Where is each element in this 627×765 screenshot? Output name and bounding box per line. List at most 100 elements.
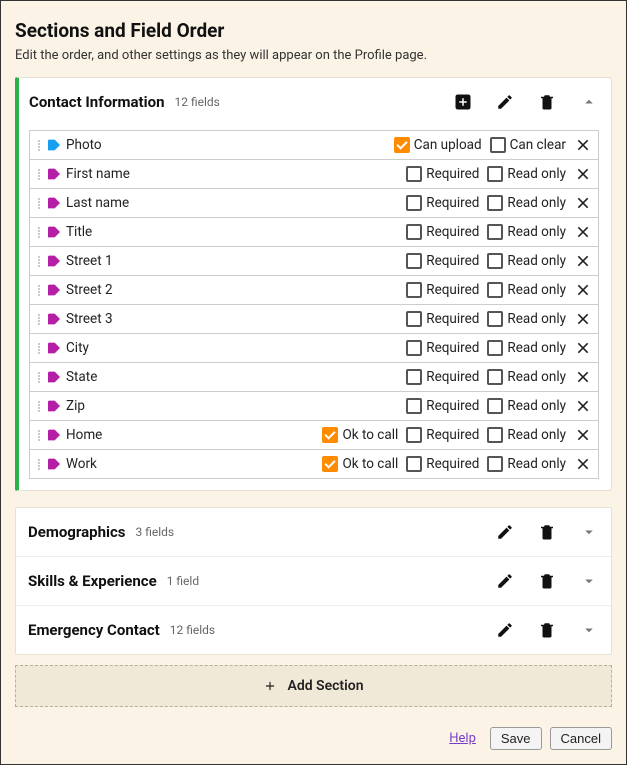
section-row-collapsed[interactable]: Skills & Experience1 field bbox=[16, 557, 611, 606]
help-link[interactable]: Help bbox=[449, 731, 476, 746]
checkbox-readonly[interactable] bbox=[487, 253, 503, 269]
checkbox-readonly[interactable] bbox=[487, 340, 503, 356]
checkbox-readonly[interactable] bbox=[487, 282, 503, 298]
section-card: Contact Information12 fieldsPhotoCan upl… bbox=[15, 77, 612, 491]
close-icon bbox=[575, 137, 591, 153]
remove-field-button[interactable] bbox=[574, 194, 592, 212]
field-row[interactable]: Street 1RequiredRead only bbox=[29, 246, 599, 276]
section-expand-button[interactable] bbox=[579, 620, 599, 640]
save-button[interactable]: Save bbox=[490, 727, 542, 750]
opt-label: Read only bbox=[507, 166, 566, 182]
section-delete-button[interactable] bbox=[537, 620, 557, 640]
section-edit-button[interactable] bbox=[495, 92, 515, 112]
field-label: First name bbox=[66, 166, 130, 182]
remove-field-button[interactable] bbox=[574, 397, 592, 415]
drag-handle[interactable] bbox=[34, 198, 44, 209]
section-collapse-button[interactable] bbox=[579, 92, 599, 112]
checkbox-canclear[interactable] bbox=[490, 137, 506, 153]
field-tag-icon bbox=[46, 311, 62, 327]
field-row[interactable]: TitleRequiredRead only bbox=[29, 217, 599, 247]
drag-handle[interactable] bbox=[34, 285, 44, 296]
section-edit-button[interactable] bbox=[495, 571, 515, 591]
remove-field-button[interactable] bbox=[574, 165, 592, 183]
field-tag-icon bbox=[46, 456, 62, 472]
drag-handle[interactable] bbox=[34, 227, 44, 238]
remove-field-button[interactable] bbox=[574, 252, 592, 270]
drag-handle[interactable] bbox=[34, 343, 44, 354]
checkbox-required[interactable] bbox=[406, 224, 422, 240]
drag-handle[interactable] bbox=[34, 169, 44, 180]
checkbox-required[interactable] bbox=[406, 398, 422, 414]
section-delete-button[interactable] bbox=[537, 571, 557, 591]
section-add-button[interactable] bbox=[453, 92, 473, 112]
field-row[interactable]: Street 3RequiredRead only bbox=[29, 304, 599, 334]
checkbox-readonly[interactable] bbox=[487, 398, 503, 414]
checkbox-readonly[interactable] bbox=[487, 166, 503, 182]
checkbox-canupload[interactable] bbox=[394, 137, 410, 153]
checkbox-required[interactable] bbox=[406, 369, 422, 385]
collapsed-sections: Demographics3 fieldsSkills & Experience1… bbox=[15, 507, 612, 655]
checkbox-required[interactable] bbox=[406, 253, 422, 269]
section-row-collapsed[interactable]: Emergency Contact12 fields bbox=[16, 606, 611, 654]
remove-field-button[interactable] bbox=[574, 339, 592, 357]
checkbox-oktocall[interactable] bbox=[322, 427, 338, 443]
field-row[interactable]: WorkOk to callRequiredRead only bbox=[29, 449, 599, 479]
checkbox-required[interactable] bbox=[406, 282, 422, 298]
close-icon bbox=[575, 311, 591, 327]
field-row[interactable]: Street 2RequiredRead only bbox=[29, 275, 599, 305]
field-tag-icon bbox=[46, 340, 62, 356]
section-field-count: 12 fields bbox=[174, 95, 219, 109]
checkbox-readonly[interactable] bbox=[487, 224, 503, 240]
drag-handle[interactable] bbox=[34, 314, 44, 325]
opt-label: Required bbox=[426, 253, 479, 269]
section-delete-button[interactable] bbox=[537, 522, 557, 542]
checkbox-readonly[interactable] bbox=[487, 456, 503, 472]
remove-field-button[interactable] bbox=[574, 310, 592, 328]
checkbox-required[interactable] bbox=[406, 456, 422, 472]
remove-field-button[interactable] bbox=[574, 136, 592, 154]
section-row-collapsed[interactable]: Demographics3 fields bbox=[16, 508, 611, 557]
field-row[interactable]: PhotoCan uploadCan clear bbox=[29, 130, 599, 160]
checkbox-required[interactable] bbox=[406, 427, 422, 443]
drag-handle[interactable] bbox=[34, 430, 44, 441]
checkbox-required[interactable] bbox=[406, 340, 422, 356]
remove-field-button[interactable] bbox=[574, 426, 592, 444]
drag-handle[interactable] bbox=[34, 401, 44, 412]
checkbox-required[interactable] bbox=[406, 311, 422, 327]
drag-handle[interactable] bbox=[34, 256, 44, 267]
add-section-button[interactable]: Add Section bbox=[15, 665, 612, 707]
section-expand-button[interactable] bbox=[579, 522, 599, 542]
delete-icon bbox=[538, 523, 556, 541]
field-row[interactable]: Last nameRequiredRead only bbox=[29, 188, 599, 218]
drag-handle[interactable] bbox=[34, 459, 44, 470]
remove-field-button[interactable] bbox=[574, 281, 592, 299]
remove-field-button[interactable] bbox=[574, 455, 592, 473]
opt-label: Required bbox=[426, 427, 479, 443]
field-label: Work bbox=[66, 456, 97, 472]
drag-handle[interactable] bbox=[34, 140, 44, 151]
remove-field-button[interactable] bbox=[574, 223, 592, 241]
field-row[interactable]: CityRequiredRead only bbox=[29, 333, 599, 363]
checkbox-oktocall[interactable] bbox=[322, 456, 338, 472]
remove-field-button[interactable] bbox=[574, 368, 592, 386]
section-edit-button[interactable] bbox=[495, 620, 515, 640]
field-tag-icon bbox=[46, 137, 62, 153]
section-edit-button[interactable] bbox=[495, 522, 515, 542]
field-row[interactable]: StateRequiredRead only bbox=[29, 362, 599, 392]
section-expand-button[interactable] bbox=[579, 571, 599, 591]
checkbox-readonly[interactable] bbox=[487, 427, 503, 443]
checkbox-readonly[interactable] bbox=[487, 369, 503, 385]
field-row[interactable]: HomeOk to callRequiredRead only bbox=[29, 420, 599, 450]
field-row[interactable]: ZipRequiredRead only bbox=[29, 391, 599, 421]
checkbox-required[interactable] bbox=[406, 195, 422, 211]
section-delete-button[interactable] bbox=[537, 92, 557, 112]
chevron-down-icon bbox=[580, 621, 598, 639]
drag-handle[interactable] bbox=[34, 372, 44, 383]
checkbox-required[interactable] bbox=[406, 166, 422, 182]
close-icon bbox=[575, 253, 591, 269]
field-row[interactable]: First nameRequiredRead only bbox=[29, 159, 599, 189]
checkbox-readonly[interactable] bbox=[487, 195, 503, 211]
opt-label: Read only bbox=[507, 340, 566, 356]
checkbox-readonly[interactable] bbox=[487, 311, 503, 327]
cancel-button[interactable]: Cancel bbox=[550, 727, 612, 750]
